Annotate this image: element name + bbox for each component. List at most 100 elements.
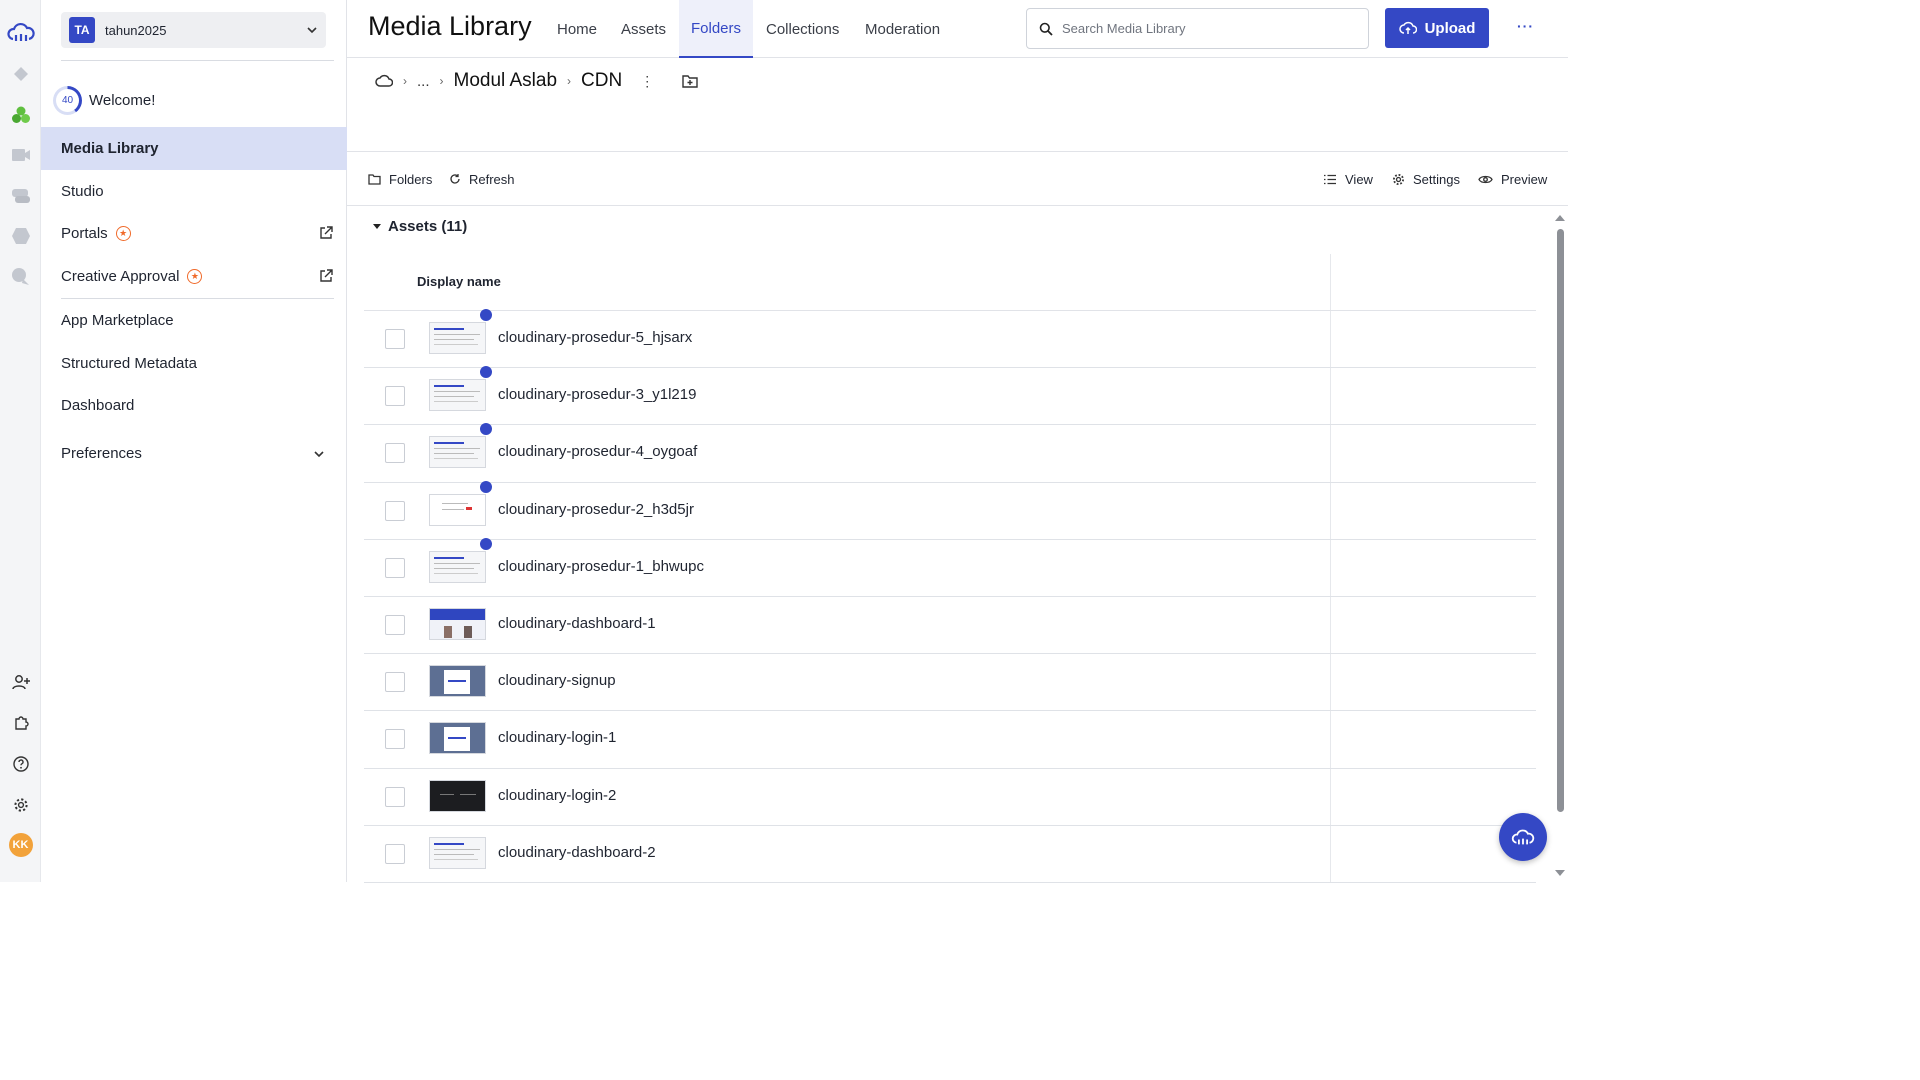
asset-thumbnail[interactable] [429, 665, 486, 698]
table-row[interactable]: cloudinary-prosedur-2_h3d5jr [364, 480, 1536, 540]
row-checkbox[interactable] [385, 843, 405, 864]
vertical-scrollbar[interactable] [1552, 213, 1568, 882]
refresh-button[interactable]: Refresh [449, 170, 515, 188]
view-button[interactable]: View [1323, 170, 1373, 188]
upload-button[interactable]: Upload [1385, 8, 1489, 48]
table-row[interactable]: cloudinary-prosedur-1_bhwupc [364, 537, 1536, 597]
sidebar-item-preferences[interactable]: Preferences [41, 432, 347, 475]
settings-button[interactable]: Settings [1392, 170, 1460, 188]
asset-display-name[interactable]: cloudinary-signup [498, 672, 616, 689]
new-asset-indicator [480, 480, 492, 493]
video-icon[interactable] [0, 143, 41, 167]
asset-display-name[interactable]: cloudinary-dashboard-1 [498, 615, 656, 632]
more-options-button[interactable]: ··· [1517, 18, 1535, 38]
asset-display-name[interactable]: cloudinary-login-2 [498, 787, 616, 804]
scrollbar-thumb[interactable] [1557, 229, 1564, 812]
breadcrumb-current: CDN [581, 70, 623, 91]
search-input[interactable]: Search Media Library [1026, 8, 1369, 49]
cloudinary-logo-icon [1511, 829, 1535, 845]
breadcrumb-ellipsis[interactable]: ... [417, 73, 430, 90]
sidebar-item-creative-approval[interactable]: Creative Approval ★ [41, 255, 347, 298]
row-checkbox[interactable] [385, 729, 405, 750]
tab-collections[interactable]: Collections [754, 0, 851, 58]
asset-thumbnail[interactable] [429, 322, 486, 354]
chat-icon[interactable] [0, 184, 41, 208]
assets-table: Display name cloudinary-prosedur-5_hjsar… [364, 254, 1536, 883]
new-asset-indicator [480, 366, 492, 379]
tab-folders[interactable]: Folders [679, 0, 754, 58]
row-checkbox[interactable] [385, 672, 405, 693]
sidebar-item-dashboard[interactable]: Dashboard [41, 384, 347, 427]
asset-display-name[interactable]: cloudinary-dashboard-2 [498, 844, 656, 861]
sidebar-item-media-library[interactable]: Media Library [41, 127, 347, 170]
tab-moderation[interactable]: Moderation [853, 0, 952, 58]
assets-section-toggle[interactable]: Assets (11) [373, 218, 467, 235]
breadcrumb-item[interactable]: Modul Aslab [454, 70, 558, 92]
external-link-icon [320, 226, 333, 239]
table-row[interactable]: cloudinary-dashboard-1 [364, 597, 1536, 655]
top-bar: Media Library Home Assets Folders Collec… [347, 0, 1568, 58]
table-row[interactable]: cloudinary-login-1 [364, 711, 1536, 769]
puzzle-icon[interactable] [0, 711, 41, 735]
column-header-display-name[interactable]: Display name [417, 274, 501, 289]
asset-thumbnail[interactable] [429, 493, 486, 526]
row-checkbox[interactable] [385, 443, 405, 464]
search-icon [1039, 22, 1053, 36]
chevron-right-icon: › [567, 74, 572, 88]
new-folder-icon[interactable] [682, 74, 698, 88]
cloudinary-logo-icon[interactable] [0, 20, 41, 44]
table-row[interactable]: cloudinary-dashboard-2 [364, 826, 1536, 883]
sidebar: TA tahun2025 40 Welcome! Media Library S… [41, 0, 347, 882]
chevron-down-icon [307, 27, 317, 34]
asset-display-name[interactable]: cloudinary-prosedur-5_hjsarx [498, 329, 692, 346]
asset-thumbnail[interactable] [429, 779, 486, 812]
account-switcher[interactable]: TA tahun2025 [61, 12, 326, 48]
sidebar-item-app-marketplace[interactable]: App Marketplace [41, 299, 347, 342]
asset-display-name[interactable]: cloudinary-prosedur-2_h3d5jr [498, 501, 694, 518]
assets-icon[interactable] [0, 103, 41, 127]
asset-thumbnail[interactable] [429, 379, 486, 412]
asset-thumbnail[interactable] [429, 836, 486, 869]
tab-home[interactable]: Home [545, 0, 609, 58]
row-checkbox[interactable] [385, 614, 405, 635]
row-checkbox[interactable] [385, 786, 405, 807]
asset-thumbnail[interactable] [429, 722, 486, 755]
row-checkbox[interactable] [385, 557, 405, 578]
table-row[interactable]: cloudinary-prosedur-4_oygoaf [364, 423, 1536, 483]
welcome-item[interactable]: 40 Welcome! [53, 85, 155, 115]
asset-thumbnail[interactable] [429, 607, 486, 640]
folders-toggle-button[interactable]: Folders [368, 170, 432, 188]
asset-display-name[interactable]: cloudinary-login-1 [498, 729, 616, 746]
asset-display-name[interactable]: cloudinary-prosedur-1_bhwupc [498, 558, 704, 575]
tab-assets[interactable]: Assets [609, 0, 678, 58]
tag-icon[interactable] [0, 224, 41, 248]
asset-thumbnail[interactable] [429, 550, 486, 583]
user-avatar[interactable]: KK [0, 833, 41, 857]
help-icon[interactable] [0, 752, 41, 776]
scroll-up-arrow-icon[interactable] [1555, 215, 1565, 221]
table-row[interactable]: cloudinary-prosedur-5_hjsarx [364, 309, 1536, 369]
row-checkbox[interactable] [385, 500, 405, 521]
preview-button[interactable]: Preview [1478, 170, 1547, 188]
sidebar-item-studio[interactable]: Studio [41, 170, 347, 213]
table-row[interactable]: cloudinary-prosedur-3_y1l219 [364, 366, 1536, 426]
support-icon[interactable] [0, 265, 41, 289]
scroll-down-arrow-icon[interactable] [1555, 870, 1565, 876]
asset-thumbnail[interactable] [429, 436, 486, 469]
programmable-media-icon[interactable] [0, 62, 41, 86]
folder-options-icon[interactable]: ⋮ [640, 73, 654, 90]
cloudinary-assistant-button[interactable] [1499, 813, 1547, 861]
table-row[interactable]: cloudinary-login-2 [364, 769, 1536, 826]
add-user-icon[interactable] [0, 670, 41, 694]
table-row[interactable]: cloudinary-signup [364, 654, 1536, 712]
asset-display-name[interactable]: cloudinary-prosedur-3_y1l219 [498, 386, 696, 403]
sidebar-item-portals[interactable]: Portals ★ [41, 212, 347, 255]
row-checkbox[interactable] [385, 386, 405, 407]
row-checkbox[interactable] [385, 329, 405, 349]
sidebar-item-structured-metadata[interactable]: Structured Metadata [41, 342, 347, 385]
cloud-home-icon[interactable] [375, 74, 393, 88]
asset-display-name[interactable]: cloudinary-prosedur-4_oygoaf [498, 443, 697, 460]
refresh-icon [450, 174, 460, 184]
settings-icon[interactable] [0, 793, 41, 817]
cloud-upload-icon [1398, 21, 1417, 34]
